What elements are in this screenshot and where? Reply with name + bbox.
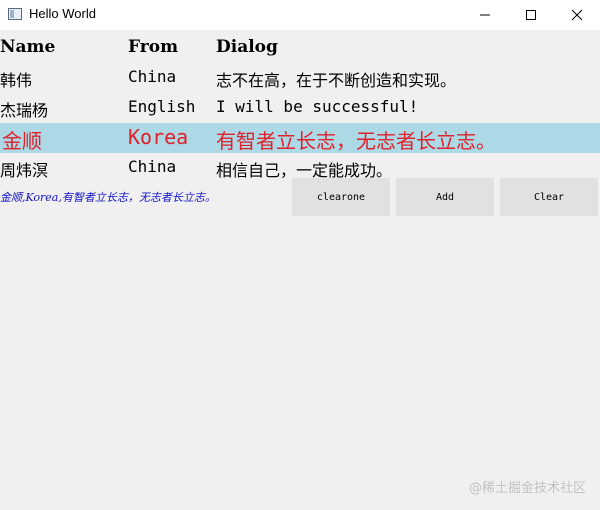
- selection-status-label: 金顺,Korea,有智者立长志，无志者长立志。: [0, 191, 216, 204]
- table-row-selected[interactable]: 金顺 Korea 有智者立长志，无志者长立志。: [0, 123, 600, 153]
- cell-name: 金顺: [2, 129, 42, 153]
- cell-name: 韩伟: [0, 71, 33, 90]
- maximize-icon: [526, 10, 536, 20]
- watermark: @稀土掘金技术社区: [468, 481, 586, 496]
- window-title: Hello World: [29, 6, 96, 21]
- close-button[interactable]: [554, 0, 600, 30]
- table-header: Name From Dialog: [0, 37, 600, 59]
- maximize-button[interactable]: [508, 0, 554, 30]
- add-button[interactable]: Add: [396, 178, 494, 216]
- cell-dialog: I will be successful!: [216, 97, 419, 116]
- clearone-button[interactable]: clearone: [292, 178, 390, 216]
- main-content: Name From Dialog 韩伟 China 志不在高，在于不断创造和实现…: [0, 30, 600, 510]
- cell-from: English: [128, 97, 196, 116]
- header-name: Name: [0, 37, 56, 57]
- cell-dialog: 志不在高，在于不断创造和实现。: [216, 71, 457, 90]
- table-row[interactable]: 杰瑞杨 English I will be successful!: [0, 97, 600, 121]
- window-app-icon: [8, 8, 22, 20]
- cell-dialog: 有智者立长志，无志者长立志。: [216, 129, 496, 153]
- cell-from: Korea: [128, 125, 189, 149]
- cell-name: 周炜溟: [0, 161, 49, 180]
- clear-button[interactable]: Clear: [500, 178, 598, 216]
- table-row[interactable]: 韩伟 China 志不在高，在于不断创造和实现。: [0, 67, 600, 91]
- header-from: From: [128, 37, 179, 57]
- header-dialog: Dialog: [216, 37, 278, 57]
- cell-from: China: [128, 67, 177, 86]
- title-bar: Hello World: [0, 0, 600, 30]
- cell-name: 杰瑞杨: [0, 101, 49, 120]
- cell-from: China: [128, 157, 177, 176]
- minimize-button[interactable]: [462, 0, 508, 30]
- minimize-icon: [480, 14, 490, 16]
- close-icon: [571, 9, 583, 21]
